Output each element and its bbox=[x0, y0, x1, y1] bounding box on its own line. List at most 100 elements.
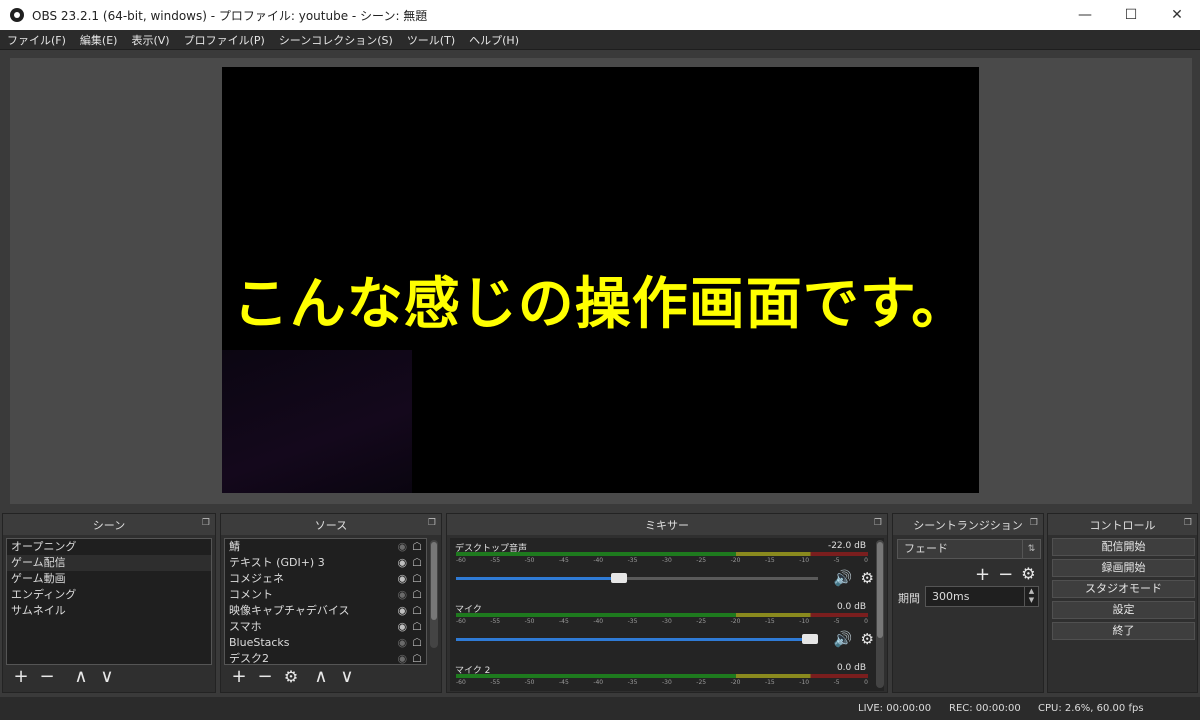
remove-source-icon[interactable]: − bbox=[256, 668, 274, 686]
move-up-icon[interactable]: ∧ bbox=[72, 668, 90, 686]
move-down-icon[interactable]: ∨ bbox=[98, 668, 116, 686]
visibility-eye-icon[interactable]: ◉ bbox=[398, 539, 408, 555]
meter-tick-label: -30 bbox=[661, 679, 672, 686]
meter-tick-label: -55 bbox=[490, 679, 501, 686]
lock-icon[interactable]: ☖ bbox=[412, 651, 422, 664]
menu-bar: ファイル(F) 編集(E) 表示(V) プロファイル(P) シーンコレクション(… bbox=[0, 30, 1200, 50]
source-item[interactable]: BlueStacks ◉ ☖ bbox=[225, 635, 426, 651]
float-dock-icon[interactable]: ❐ bbox=[202, 518, 210, 528]
source-item-label: 映像キャプチャデバイス bbox=[229, 604, 350, 617]
close-icon[interactable]: ✕ bbox=[1154, 0, 1200, 30]
preview-caption-text: こんな感じの操作画面です。 bbox=[232, 272, 969, 337]
source-item-label: デスク2 bbox=[229, 652, 269, 665]
meter-tick-label: -40 bbox=[593, 618, 604, 625]
volume-slider[interactable] bbox=[456, 573, 818, 583]
scene-list[interactable]: オープニング ゲーム配信 ゲーム動画 エンディング サムネイル bbox=[6, 538, 212, 665]
meter-tick-label: -60 bbox=[456, 679, 466, 686]
lock-icon[interactable]: ☖ bbox=[412, 539, 422, 555]
remove-transition-icon[interactable]: − bbox=[998, 564, 1013, 585]
channel-gear-icon[interactable]: ⚙ bbox=[861, 630, 874, 648]
settings-button[interactable]: 設定 bbox=[1052, 601, 1195, 619]
menu-edit[interactable]: 編集(E) bbox=[73, 32, 125, 48]
meter-scale: -60 -55 -50 -45 -40 -35 -30 -25 -20 -15 -10 -5 0 bbox=[456, 618, 868, 627]
duration-input[interactable]: 300ms ▲ ▼ bbox=[925, 586, 1039, 607]
visibility-eye-icon[interactable]: ◉ bbox=[398, 635, 408, 651]
volume-slider-handle[interactable] bbox=[610, 573, 627, 583]
meter-tick-label: -25 bbox=[696, 618, 707, 625]
scene-item[interactable]: オープニング bbox=[7, 539, 211, 555]
move-down-icon[interactable]: ∨ bbox=[338, 668, 356, 686]
volume-slider[interactable] bbox=[456, 634, 818, 644]
transition-gear-icon[interactable]: ⚙ bbox=[1021, 564, 1035, 585]
add-scene-icon[interactable]: + bbox=[12, 668, 30, 686]
controls-dock: コントロール ❐ 配信開始 録画開始 スタジオモード 設定 終了 bbox=[1047, 513, 1198, 693]
mixer-scrollbar[interactable] bbox=[876, 540, 884, 688]
source-item-label: 鯖 bbox=[229, 540, 240, 553]
mixer-channel: マイク 2 0.0 dB -60 -55 -50 -45 -40 -35 -30 -25 -20 -1… bbox=[450, 660, 884, 691]
source-item[interactable]: コメント ◉ ☖ bbox=[225, 587, 426, 603]
meter-tick-label: -20 bbox=[730, 618, 741, 625]
meter-tick-label: 0 bbox=[864, 618, 868, 625]
speaker-mute-icon[interactable]: 🔊 bbox=[834, 630, 853, 648]
lock-icon[interactable]: ☖ bbox=[412, 619, 422, 635]
scene-item[interactable]: サムネイル bbox=[7, 603, 211, 619]
menu-file[interactable]: ファイル(F) bbox=[0, 32, 73, 48]
preview-area: こんな感じの操作画面です。 bbox=[10, 58, 1192, 504]
exit-button[interactable]: 終了 bbox=[1052, 622, 1195, 640]
source-item[interactable]: 鯖 ◉ ☖ bbox=[225, 539, 426, 555]
menu-profile[interactable]: プロファイル(P) bbox=[177, 32, 272, 48]
meter-tick-label: -25 bbox=[696, 679, 707, 686]
float-dock-icon[interactable]: ❐ bbox=[874, 518, 882, 528]
add-source-icon[interactable]: + bbox=[230, 668, 248, 686]
minimize-icon[interactable]: — bbox=[1062, 0, 1108, 30]
start-recording-button[interactable]: 録画開始 bbox=[1052, 559, 1195, 577]
start-streaming-button[interactable]: 配信開始 bbox=[1052, 538, 1195, 556]
scene-item[interactable]: ゲーム動画 bbox=[7, 571, 211, 587]
menu-scene-collection[interactable]: シーンコレクション(S) bbox=[272, 32, 400, 48]
preview-canvas[interactable]: こんな感じの操作画面です。 bbox=[222, 67, 979, 493]
lock-icon[interactable]: ☖ bbox=[412, 635, 422, 651]
visibility-eye-icon[interactable]: ◉ bbox=[398, 587, 408, 603]
float-dock-icon[interactable]: ❐ bbox=[1030, 518, 1038, 528]
lock-icon[interactable]: ☖ bbox=[412, 603, 422, 619]
visibility-eye-icon[interactable]: ◉ bbox=[398, 603, 408, 619]
source-item[interactable]: テキスト (GDI+) 3 ◉ ☖ bbox=[225, 555, 426, 571]
menu-help[interactable]: ヘルプ(H) bbox=[462, 32, 526, 48]
remove-scene-icon[interactable]: − bbox=[38, 668, 56, 686]
lock-icon[interactable]: ☖ bbox=[412, 571, 422, 587]
meter-tick-label: -50 bbox=[524, 557, 535, 564]
scene-item[interactable]: エンディング bbox=[7, 587, 211, 603]
source-item[interactable]: スマホ ◉ ☖ bbox=[225, 619, 426, 635]
spin-icon[interactable]: ▲ ▼ bbox=[1024, 587, 1038, 606]
float-dock-icon[interactable]: ❐ bbox=[428, 518, 436, 528]
meter-tick-label: -60 bbox=[456, 557, 466, 564]
float-dock-icon[interactable]: ❐ bbox=[1184, 518, 1192, 528]
lock-icon[interactable]: ☖ bbox=[412, 587, 422, 603]
menu-view[interactable]: 表示(V) bbox=[124, 32, 176, 48]
source-item[interactable]: コメジェネ ◉ ☖ bbox=[225, 571, 426, 587]
source-item[interactable]: 映像キャプチャデバイス ◉ ☖ bbox=[225, 603, 426, 619]
scene-item-selected[interactable]: ゲーム配信 bbox=[7, 555, 211, 571]
studio-mode-button[interactable]: スタジオモード bbox=[1052, 580, 1195, 598]
lock-icon[interactable]: ☖ bbox=[412, 555, 422, 571]
sources-scrollbar[interactable] bbox=[430, 540, 438, 648]
visibility-eye-icon[interactable]: ◉ bbox=[398, 651, 408, 664]
speaker-mute-icon[interactable]: 🔊 bbox=[834, 569, 853, 587]
source-list[interactable]: 鯖 ◉ ☖ テキスト (GDI+) 3 ◉ ☖ コメジェネ ◉ ☖ コメント ◉ ☖ 映像キャプチャデバ… bbox=[224, 538, 427, 665]
menu-tools[interactable]: ツール(T) bbox=[400, 32, 462, 48]
scenes-dock: シーン ❐ オープニング ゲーム配信 ゲーム動画 エンディング サムネイル + … bbox=[2, 513, 216, 693]
meter-tick-label: -45 bbox=[558, 618, 569, 625]
channel-gear-icon[interactable]: ⚙ bbox=[861, 569, 874, 587]
move-up-icon[interactable]: ∧ bbox=[312, 668, 330, 686]
visibility-eye-icon[interactable]: ◉ bbox=[398, 619, 408, 635]
add-transition-icon[interactable]: + bbox=[975, 564, 990, 585]
cpu-status: CPU: 2.6%, 60.00 fps bbox=[1038, 703, 1144, 714]
source-item[interactable]: デスク2 ◉ ☖ bbox=[225, 651, 426, 665]
visibility-eye-icon[interactable]: ◉ bbox=[398, 555, 408, 571]
meter-tick-label: -15 bbox=[764, 618, 775, 625]
volume-slider-handle[interactable] bbox=[802, 634, 818, 644]
maximize-icon[interactable]: ☐ bbox=[1108, 0, 1154, 30]
transition-select[interactable]: フェード ⇅ bbox=[897, 539, 1041, 559]
source-properties-gear-icon[interactable]: ⚙ bbox=[282, 668, 300, 686]
visibility-eye-icon[interactable]: ◉ bbox=[398, 571, 408, 587]
